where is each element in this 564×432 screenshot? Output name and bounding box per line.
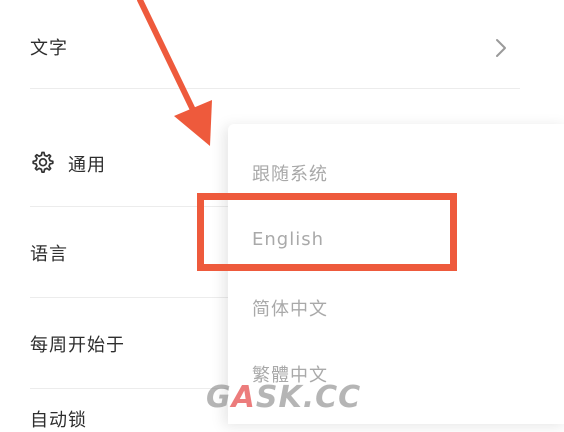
watermark-text-accent: A (231, 380, 256, 415)
watermark-logo: GASK.CC (206, 380, 361, 415)
watermark-text-suffix: SK.CC (255, 380, 362, 415)
watermark-text-prefix: G (206, 380, 232, 415)
arrow-annotation (137, 0, 212, 146)
